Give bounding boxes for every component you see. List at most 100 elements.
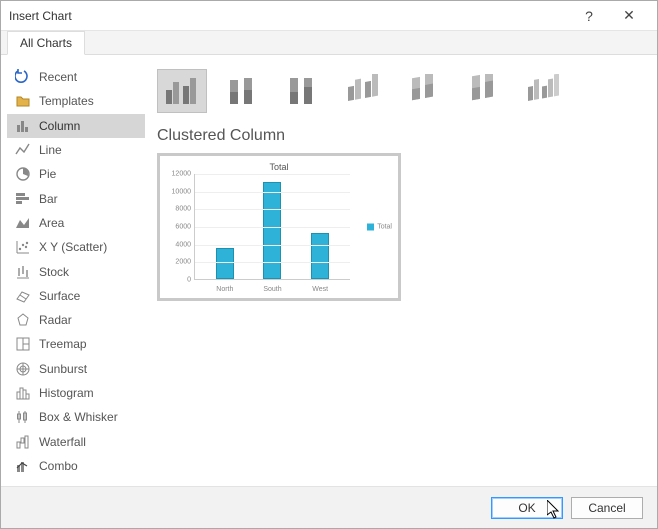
subtype-stacked-column[interactable] (217, 69, 267, 113)
tab-all-charts[interactable]: All Charts (7, 31, 85, 55)
chart-bar (311, 233, 329, 279)
tab-label: All Charts (20, 36, 72, 50)
chart-y-axis: 120001000080006000400020000 (167, 174, 193, 279)
sidebar-item-recent[interactable]: Recent (7, 65, 145, 89)
sidebar-item-treemap[interactable]: Treemap (7, 332, 145, 356)
sidebar-item-label: Line (39, 143, 62, 157)
sidebar-item-combo[interactable]: Combo (7, 454, 145, 478)
legend-swatch-icon (367, 224, 374, 231)
subtype-3d-percent-stacked-column[interactable] (457, 69, 507, 113)
bar-icon (15, 191, 31, 207)
subtype-clustered-column[interactable] (157, 69, 207, 113)
x-label: North (210, 286, 240, 293)
sidebar-item-label: Pie (39, 167, 56, 181)
y-tick: 0 (187, 277, 191, 284)
scatter-icon (15, 239, 31, 255)
sidebar-item-label: X Y (Scatter) (39, 240, 107, 254)
y-tick: 10000 (172, 188, 191, 195)
sidebar-item-label: Box & Whisker (39, 410, 118, 424)
sidebar-item-box-whisker[interactable]: Box & Whisker (7, 405, 145, 429)
recent-icon (15, 69, 31, 85)
gridline (195, 245, 350, 246)
sidebar-item-label: Bar (39, 192, 58, 206)
help-icon: ? (585, 8, 593, 24)
boxwhisker-icon (15, 409, 31, 425)
treemap-icon (15, 336, 31, 352)
sidebar-item-area[interactable]: Area (7, 211, 145, 235)
sidebar-item-pie[interactable]: Pie (7, 162, 145, 186)
pie-icon (15, 166, 31, 182)
titlebar: Insert Chart ? ✕ (1, 1, 657, 31)
surface-icon (15, 288, 31, 304)
gridline (195, 227, 350, 228)
templates-icon (15, 93, 31, 109)
sidebar-item-surface[interactable]: Surface (7, 284, 145, 308)
sidebar-item-label: Waterfall (39, 435, 86, 449)
sidebar-item-label: Area (39, 216, 64, 230)
sidebar-item-column[interactable]: Column (7, 114, 145, 138)
sidebar-item-sunburst[interactable]: Sunburst (7, 357, 145, 381)
chart-x-axis: North South West (195, 286, 350, 293)
sidebar-item-label: Histogram (39, 386, 94, 400)
chart-category-sidebar: Recent Templates Column Line Pie Bar (7, 65, 145, 478)
chart-subtype-title: Clustered Column (157, 127, 643, 145)
column-subtype-row (157, 69, 643, 113)
y-tick: 4000 (175, 241, 191, 248)
sidebar-item-stock[interactable]: Stock (7, 259, 145, 283)
gridline (195, 209, 350, 210)
sidebar-item-radar[interactable]: Radar (7, 308, 145, 332)
chart-preview[interactable]: Total 120001000080006000400020000 NorthS… (157, 153, 401, 301)
subtype-percent-stacked-column[interactable] (277, 69, 327, 113)
sidebar-item-label: Treemap (39, 337, 87, 351)
legend-label: Total (377, 224, 392, 231)
line-icon (15, 142, 31, 158)
combo-icon (15, 458, 31, 474)
sidebar-item-label: Radar (39, 313, 72, 327)
sidebar-item-templates[interactable]: Templates (7, 89, 145, 113)
ok-label: OK (518, 501, 535, 515)
chart-plot-area: 120001000080006000400020000 NorthSouthWe… (194, 174, 350, 280)
subtype-3d-column[interactable] (517, 69, 567, 113)
y-tick: 2000 (175, 259, 191, 266)
sidebar-item-label: Sunburst (39, 362, 87, 376)
cancel-label: Cancel (588, 501, 625, 515)
chart-bar (263, 182, 281, 279)
close-icon: ✕ (623, 7, 635, 24)
column-icon (15, 118, 31, 134)
help-button[interactable]: ? (569, 2, 609, 30)
sidebar-item-line[interactable]: Line (7, 138, 145, 162)
x-label: South (257, 286, 287, 293)
ok-button[interactable]: OK (491, 497, 563, 519)
x-label: West (305, 286, 335, 293)
area-icon (15, 215, 31, 231)
gridline (195, 174, 350, 175)
main-pane: Clustered Column Total 12000100008000600… (157, 65, 643, 478)
tabstrip: All Charts (1, 31, 657, 55)
radar-icon (15, 312, 31, 328)
sidebar-item-scatter[interactable]: X Y (Scatter) (7, 235, 145, 259)
waterfall-icon (15, 434, 31, 450)
gridline (195, 262, 350, 263)
insert-chart-dialog: Insert Chart ? ✕ All Charts Recent Templ… (0, 0, 658, 529)
chart-title: Total (166, 162, 392, 172)
sidebar-item-histogram[interactable]: Histogram (7, 381, 145, 405)
close-button[interactable]: ✕ (609, 2, 649, 30)
sidebar-item-label: Surface (39, 289, 80, 303)
sidebar-item-label: Column (39, 119, 80, 133)
y-tick: 8000 (175, 206, 191, 213)
histogram-icon (15, 385, 31, 401)
cancel-button[interactable]: Cancel (571, 497, 643, 519)
sidebar-item-label: Recent (39, 70, 77, 84)
sidebar-item-waterfall[interactable]: Waterfall (7, 429, 145, 453)
y-tick: 6000 (175, 224, 191, 231)
window-title: Insert Chart (9, 9, 569, 23)
dialog-body: Recent Templates Column Line Pie Bar (1, 55, 657, 486)
sunburst-icon (15, 361, 31, 377)
y-tick: 12000 (172, 171, 191, 178)
subtype-3d-stacked-column[interactable] (397, 69, 447, 113)
stock-icon (15, 264, 31, 280)
sidebar-item-bar[interactable]: Bar (7, 186, 145, 210)
sidebar-item-label: Stock (39, 265, 69, 279)
gridline (195, 192, 350, 193)
subtype-3d-clustered-column[interactable] (337, 69, 387, 113)
